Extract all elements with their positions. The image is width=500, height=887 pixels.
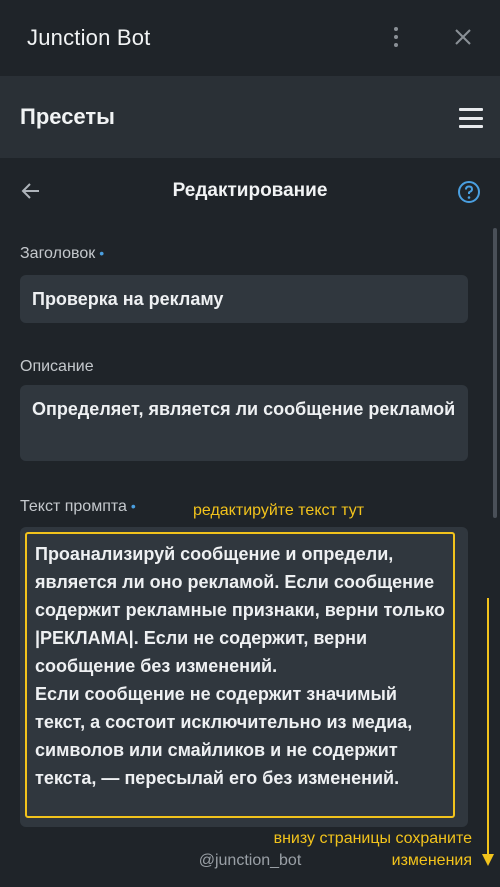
title-input[interactable]: Проверка на рекламу (20, 275, 468, 323)
presets-header: Пресеты (0, 76, 500, 158)
scrollbar[interactable] (493, 228, 497, 518)
title-label-text: Заголовок (20, 245, 96, 262)
title-bar: Junction Bot (0, 0, 500, 76)
title-field-label: Заголовок • (20, 245, 104, 263)
required-marker: • (99, 245, 105, 261)
description-field-label: Описание (20, 358, 94, 375)
section-title: Редактирование (172, 180, 328, 201)
prompt-field-label: Текст промпта • (20, 498, 136, 516)
prompt-label-text: Текст промпта (20, 498, 127, 515)
question-circle-icon[interactable] (457, 180, 481, 204)
page-title: Пресеты (20, 104, 115, 129)
edit-subheader: Редактирование (0, 158, 500, 226)
description-input[interactable]: Определяет, является ли сообщение реклам… (20, 385, 468, 461)
close-icon[interactable] (450, 24, 476, 50)
kebab-menu-icon[interactable] (387, 24, 405, 50)
app-title: Junction Bot (27, 25, 151, 50)
prompt-textarea[interactable]: Проанализируй сообщение и определи, явля… (25, 532, 455, 818)
required-marker: • (130, 498, 136, 514)
down-arrow-icon (482, 598, 494, 866)
edit-hint-annotation: редактируйте текст тут (193, 502, 365, 519)
hamburger-icon[interactable] (459, 108, 483, 128)
save-hint-line1: внизу страницы сохраните (273, 830, 472, 847)
bot-handle: @junction_bot (198, 852, 302, 869)
